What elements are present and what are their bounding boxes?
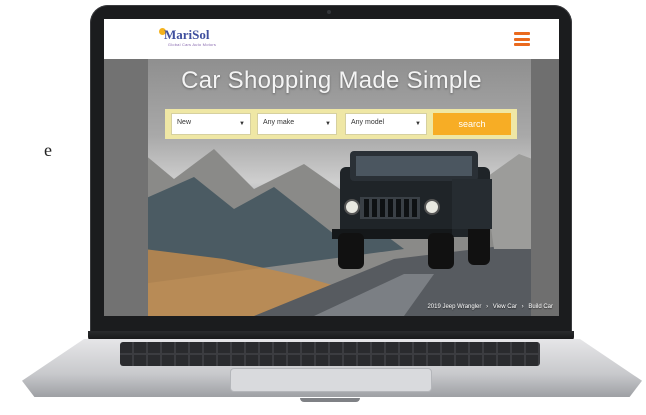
mountain-road-image — [104, 149, 559, 316]
background-text-fragment: e — [44, 140, 52, 160]
site-header: MariSol Global Cars Auto Motors — [104, 19, 559, 59]
hero-banner: Car Shopping Made Simple New ▼ Any make … — [104, 59, 559, 316]
vehicle-name: 2019 Jeep Wrangler — [427, 304, 482, 310]
build-car-link[interactable]: Build Car — [528, 304, 553, 310]
chevron-down-icon: ▼ — [415, 121, 421, 127]
model-select-value: Any model — [351, 119, 385, 126]
hero-title: Car Shopping Made Simple — [181, 67, 482, 94]
condition-select[interactable]: New ▼ — [171, 113, 251, 135]
condition-select-value: New — [177, 119, 192, 126]
view-car-link[interactable]: View Car — [493, 304, 517, 310]
laptop-trackpad — [230, 368, 432, 392]
webcam — [327, 10, 331, 14]
vehicle-search-bar: New ▼ Any make ▼ Any model ▼ search — [165, 109, 517, 139]
chevron-down-icon: ▼ — [325, 121, 331, 127]
logo-name: MariSol — [164, 27, 210, 42]
site-logo[interactable]: MariSol Global Cars Auto Motors — [158, 25, 228, 53]
laptop-screen: MariSol Global Cars Auto Motors Car Shop… — [104, 19, 559, 316]
search-button[interactable]: search — [433, 113, 511, 135]
laptop-keyboard — [120, 342, 540, 366]
make-select[interactable]: Any make ▼ — [257, 113, 337, 135]
hamburger-menu-icon[interactable] — [514, 32, 530, 46]
laptop-notch — [300, 398, 360, 402]
model-select[interactable]: Any model ▼ — [345, 113, 427, 135]
logo-tagline: Global Cars Auto Motors — [167, 42, 217, 47]
hero-caption: 2019 Jeep Wrangler › View Car › Build Ca… — [427, 304, 553, 310]
make-select-value: Any make — [263, 119, 295, 126]
chevron-down-icon: ▼ — [239, 121, 245, 127]
